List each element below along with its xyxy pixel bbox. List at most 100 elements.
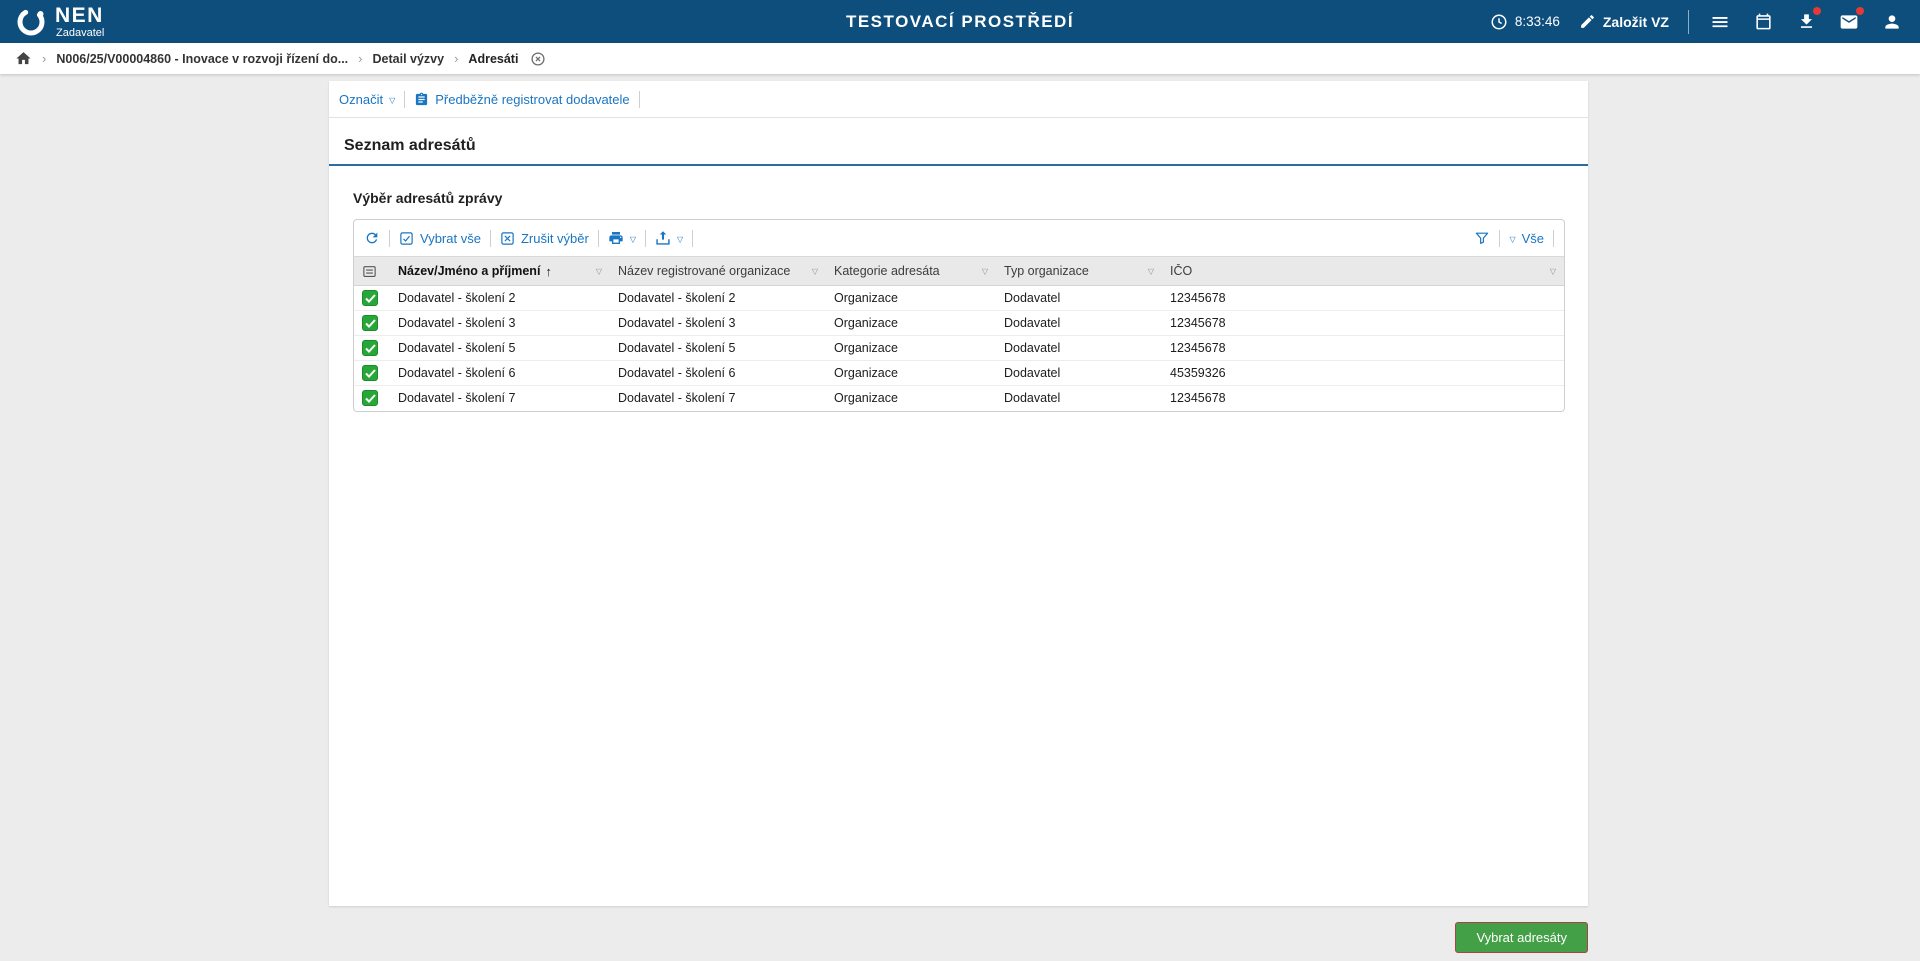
select-all-button[interactable]: Vybrat vše: [399, 231, 481, 246]
table-row[interactable]: Dodavatel - školení 7 Dodavatel - školen…: [354, 386, 1564, 411]
breadcrumb-item-adresati[interactable]: Adresáti: [468, 52, 518, 66]
oznacit-menu-button[interactable]: Označit ▽: [339, 92, 395, 107]
downloads-button[interactable]: [1794, 10, 1818, 34]
header-separator: [1688, 10, 1689, 34]
cell-name: Dodavatel - školení 2: [390, 286, 610, 311]
row-checkbox[interactable]: [362, 340, 378, 356]
row-checkbox[interactable]: [362, 365, 378, 381]
cell-category: Organizace: [826, 311, 996, 336]
cell-category: Organizace: [826, 336, 996, 361]
checkbox-checked-icon: [399, 231, 414, 246]
downloads-badge: [1813, 7, 1821, 15]
export-button[interactable]: ▽: [655, 230, 683, 246]
close-tab-button[interactable]: [530, 51, 546, 67]
cell-name: Dodavatel - školení 7: [390, 386, 610, 411]
cell-name: Dodavatel - školení 3: [390, 311, 610, 336]
register-supplier-label: Předběžně registrovat dodavatele: [435, 92, 629, 107]
row-checkbox[interactable]: [362, 315, 378, 331]
table-row[interactable]: Dodavatel - školení 5 Dodavatel - školen…: [354, 336, 1564, 361]
select-column-header[interactable]: [354, 257, 390, 286]
column-filter-icon[interactable]: ▽: [982, 267, 988, 276]
toolbar-divider: [1553, 230, 1554, 247]
cell-ico: 12345678: [1162, 336, 1564, 361]
messages-button[interactable]: [1837, 10, 1861, 34]
cell-name: Dodavatel - školení 5: [390, 336, 610, 361]
cell-org-type: Dodavatel: [996, 361, 1162, 386]
cell-ico: 12345678: [1162, 286, 1564, 311]
breadcrumb-item-detail-vyzvy[interactable]: Detail výzvy: [373, 52, 445, 66]
top-header: NEN Zadavatel TESTOVACÍ PROSTŘEDÍ 8:33:4…: [0, 0, 1920, 43]
row-checkbox[interactable]: [362, 290, 378, 306]
column-header-name[interactable]: Název/Jméno a příjmení ↑ ▽: [390, 257, 610, 286]
content-panel: Označit ▽ Předběžně registrovat dodavate…: [329, 81, 1588, 906]
menu-button[interactable]: [1708, 10, 1732, 34]
printer-icon: [608, 230, 624, 246]
filter-scope-label: Vše: [1522, 231, 1544, 246]
print-button[interactable]: ▽: [608, 230, 636, 246]
column-filter-icon[interactable]: ▽: [1550, 267, 1556, 276]
logo-text: NEN: [55, 5, 104, 26]
cell-ico: 12345678: [1162, 386, 1564, 411]
column-filter-icon[interactable]: ▽: [596, 267, 602, 276]
toolbar-divider: [639, 91, 640, 108]
column-header-organization[interactable]: Název registrované organizace ▽: [610, 257, 826, 286]
toolbar-divider: [692, 230, 693, 247]
select-all-label: Vybrat vše: [420, 231, 481, 246]
table-row[interactable]: Dodavatel - školení 6 Dodavatel - školen…: [354, 361, 1564, 386]
refresh-button[interactable]: [364, 230, 380, 246]
column-header-ico[interactable]: IČO ▽: [1162, 257, 1564, 286]
cell-org-type: Dodavatel: [996, 386, 1162, 411]
subsection-title: Výběr adresátů zprávy: [329, 190, 1588, 206]
chevron-down-icon: ▽: [677, 233, 683, 244]
download-icon: [1797, 12, 1816, 31]
profile-button[interactable]: [1880, 10, 1904, 34]
clipboard-icon: [414, 92, 429, 107]
filter-scope-dropdown[interactable]: ▽ Vše: [1509, 231, 1544, 246]
register-supplier-button[interactable]: Předběžně registrovat dodavatele: [414, 92, 629, 107]
title-accent-rule: [329, 164, 1588, 166]
chevron-down-icon: ▽: [389, 94, 395, 105]
cell-ico: 45359326: [1162, 361, 1564, 386]
vybrat-adresaty-button[interactable]: Vybrat adresáty: [1455, 922, 1588, 953]
addressees-grid: Vybrat vše Zrušit výběr ▽: [353, 219, 1565, 412]
column-header-category[interactable]: Kategorie adresáta ▽: [826, 257, 996, 286]
toolbar-divider: [645, 230, 646, 247]
cell-category: Organizace: [826, 361, 996, 386]
cell-name: Dodavatel - školení 6: [390, 361, 610, 386]
breadcrumb-item-procurement[interactable]: N006/25/V00004860 - Inovace v rozvoji ří…: [56, 52, 348, 66]
clear-selection-label: Zrušit výběr: [521, 231, 589, 246]
oznacit-label: Označit: [339, 92, 383, 107]
chevron-down-icon: ▽: [1509, 233, 1515, 244]
cell-organization: Dodavatel - školení 2: [610, 286, 826, 311]
zalozit-vz-button[interactable]: Založit VZ: [1579, 13, 1669, 30]
close-circle-icon: [530, 51, 546, 67]
calendar-button[interactable]: [1751, 10, 1775, 34]
cell-organization: Dodavatel - školení 5: [610, 336, 826, 361]
row-checkbox[interactable]: [362, 390, 378, 406]
cell-category: Organizace: [826, 286, 996, 311]
refresh-icon: [364, 230, 380, 246]
messages-badge: [1856, 7, 1864, 15]
person-icon: [1882, 12, 1902, 32]
filter-button[interactable]: [1474, 230, 1490, 246]
nen-logo-icon: [16, 7, 46, 37]
cell-category: Organizace: [826, 386, 996, 411]
clear-selection-button[interactable]: Zrušit výběr: [500, 231, 589, 246]
column-header-org-type[interactable]: Typ organizace ▽: [996, 257, 1162, 286]
cell-organization: Dodavatel - školení 3: [610, 311, 826, 336]
table-row[interactable]: Dodavatel - školení 3 Dodavatel - školen…: [354, 311, 1564, 336]
nen-logo[interactable]: [16, 7, 46, 37]
sort-ascending-icon: ↑: [545, 264, 552, 279]
table-row[interactable]: Dodavatel - školení 2 Dodavatel - školen…: [354, 286, 1564, 311]
breadcrumb-chevron: ›: [454, 51, 458, 66]
column-filter-icon[interactable]: ▽: [812, 267, 818, 276]
breadcrumb: › N006/25/V00004860 - Inovace v rozvoji …: [0, 43, 1920, 74]
home-button[interactable]: [15, 50, 32, 67]
addressees-table: Název/Jméno a příjmení ↑ ▽ Název registr…: [354, 256, 1564, 411]
environment-title: TESTOVACÍ PROSTŘEDÍ: [846, 12, 1074, 32]
column-filter-icon[interactable]: ▽: [1148, 267, 1154, 276]
breadcrumb-chevron: ›: [42, 51, 46, 66]
chevron-down-icon: ▽: [630, 233, 636, 244]
cell-organization: Dodavatel - školení 7: [610, 386, 826, 411]
cell-org-type: Dodavatel: [996, 336, 1162, 361]
